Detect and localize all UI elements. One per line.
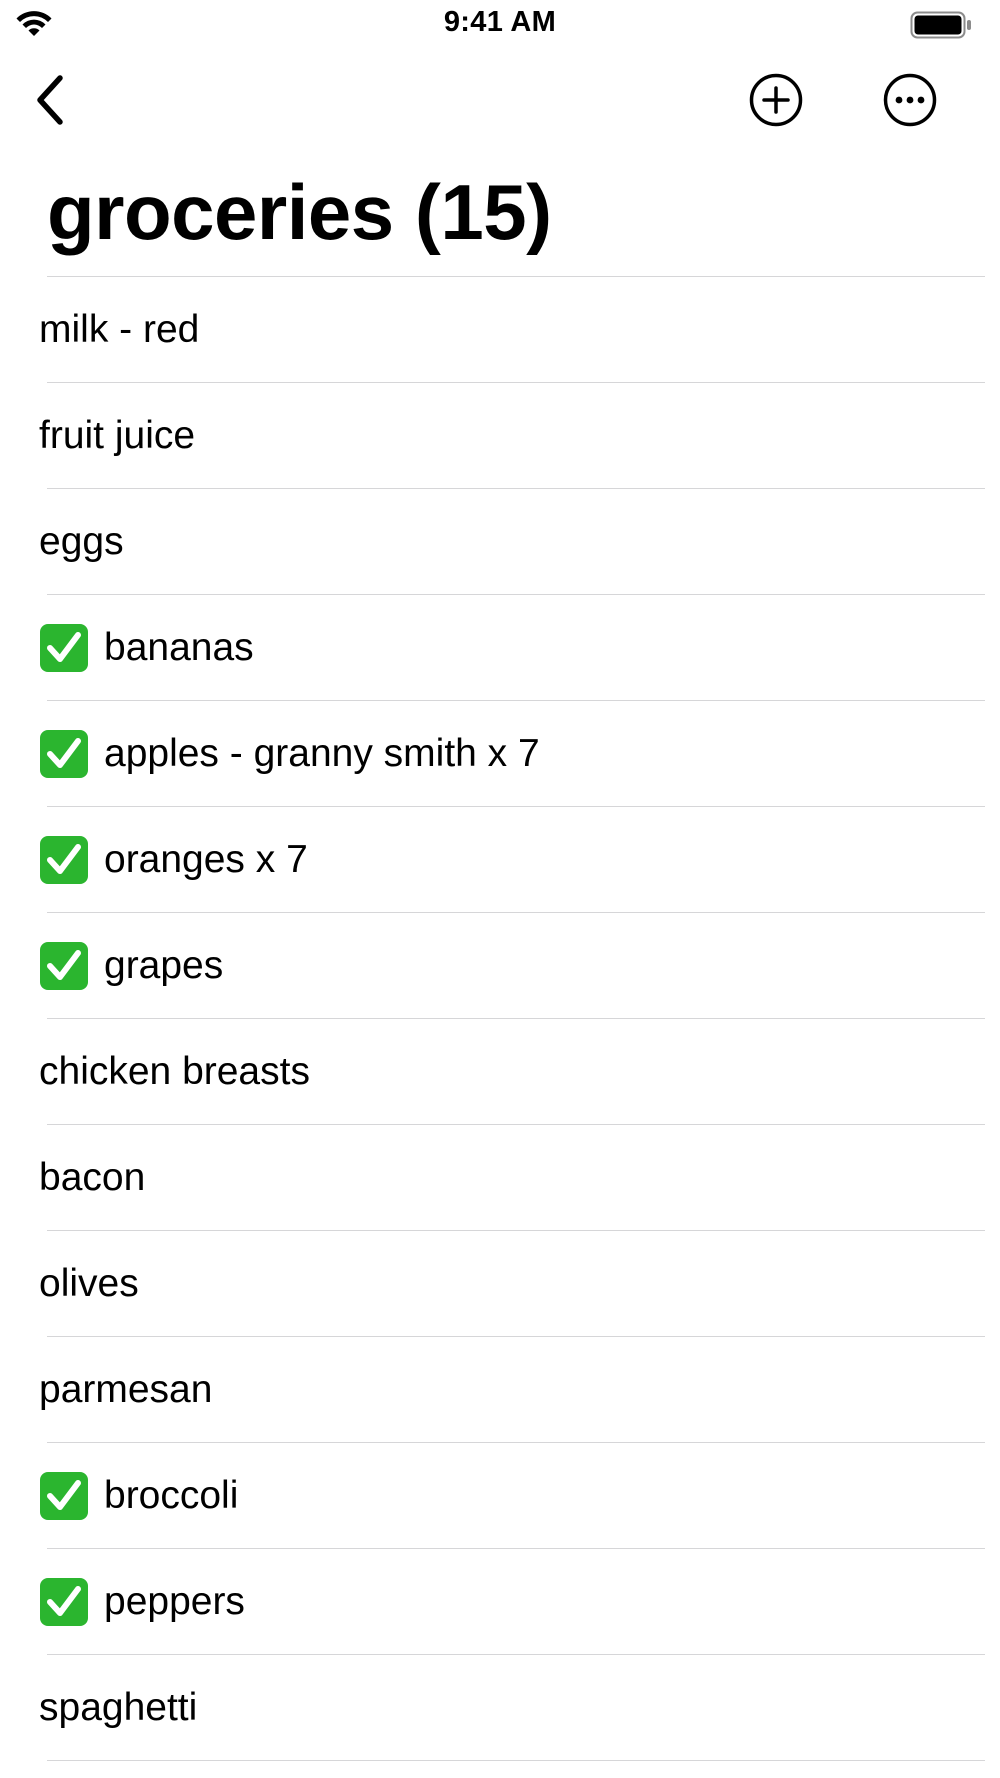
list-item-content: grapes [39, 941, 223, 991]
list-item-content: parmesan [39, 1367, 212, 1413]
ellipsis-circle-icon [883, 73, 937, 127]
list-item-content: oranges x 7 [39, 835, 308, 885]
grocery-list: milk - red fruit juice eggs bananas apples -… [0, 277, 1000, 1761]
list-item[interactable]: fruit juice [0, 383, 1000, 489]
add-item-button[interactable] [744, 68, 808, 132]
checkmark-icon [40, 624, 88, 672]
list-item-content: fruit juice [39, 413, 195, 459]
list-item-label: fruit juice [39, 414, 196, 457]
list-item-label: grapes [104, 944, 224, 987]
chevron-left-icon [37, 75, 63, 125]
list-item-label: bananas [104, 626, 254, 669]
list-item-label: parmesan [39, 1368, 213, 1411]
checkmark-icon [40, 942, 88, 990]
checkmark-icon [40, 1472, 88, 1520]
list-item[interactable]: milk - red [0, 277, 1000, 383]
list-item[interactable]: bacon [0, 1125, 1000, 1231]
page-title: groceries (15) [47, 168, 552, 256]
plus-circle-icon [749, 73, 803, 127]
list-item-label: chicken breasts [39, 1050, 310, 1093]
list-item-label: milk - red [39, 308, 200, 351]
list-item-content: spaghetti [39, 1685, 197, 1731]
list-item-content: apples - granny smith x 7 [39, 729, 540, 779]
list-item[interactable]: broccoli [0, 1443, 1000, 1549]
list-item-content: chicken breasts [39, 1049, 310, 1095]
list-item-content: bacon [39, 1155, 145, 1201]
list-item[interactable]: eggs [0, 489, 1000, 595]
list-item-content: bananas [39, 623, 254, 673]
status-time: 9:41 AM [443, 6, 557, 38]
list-item[interactable]: chicken breasts [0, 1019, 1000, 1125]
list-item-label: bacon [39, 1156, 146, 1199]
list-item-content: milk - red [39, 307, 199, 353]
checkmark-icon [40, 1578, 88, 1626]
list-item[interactable]: parmesan [0, 1337, 1000, 1443]
list-item-label: peppers [104, 1580, 245, 1623]
list-item-label: broccoli [104, 1474, 239, 1517]
list-item[interactable]: olives [0, 1231, 1000, 1337]
navigation-bar [0, 60, 1000, 150]
list-item-content: broccoli [39, 1471, 238, 1521]
list-item-label: spaghetti [39, 1686, 198, 1729]
list-item[interactable]: bananas [0, 595, 1000, 701]
list-item-label: eggs [39, 520, 124, 563]
battery-icon [910, 11, 971, 39]
list-item[interactable]: grapes [0, 913, 1000, 1019]
list-item-label: olives [39, 1262, 139, 1305]
list-item-content: eggs [39, 519, 124, 565]
list-item-label: apples - granny smith x 7 [104, 732, 540, 775]
more-options-button[interactable] [878, 68, 942, 132]
list-item-label: oranges x 7 [104, 838, 308, 881]
list-item-content: peppers [39, 1577, 245, 1627]
checkmark-icon [40, 730, 88, 778]
checkmark-icon [40, 836, 88, 884]
list-item-content: olives [39, 1261, 139, 1307]
list-item[interactable]: oranges x 7 [0, 807, 1000, 913]
list-item[interactable]: apples - granny smith x 7 [0, 701, 1000, 807]
list-item[interactable]: spaghetti [0, 1655, 1000, 1761]
list-item[interactable]: peppers [0, 1549, 1000, 1655]
status-bar: 9:41 AM [0, 0, 1000, 52]
back-button[interactable] [22, 70, 78, 130]
